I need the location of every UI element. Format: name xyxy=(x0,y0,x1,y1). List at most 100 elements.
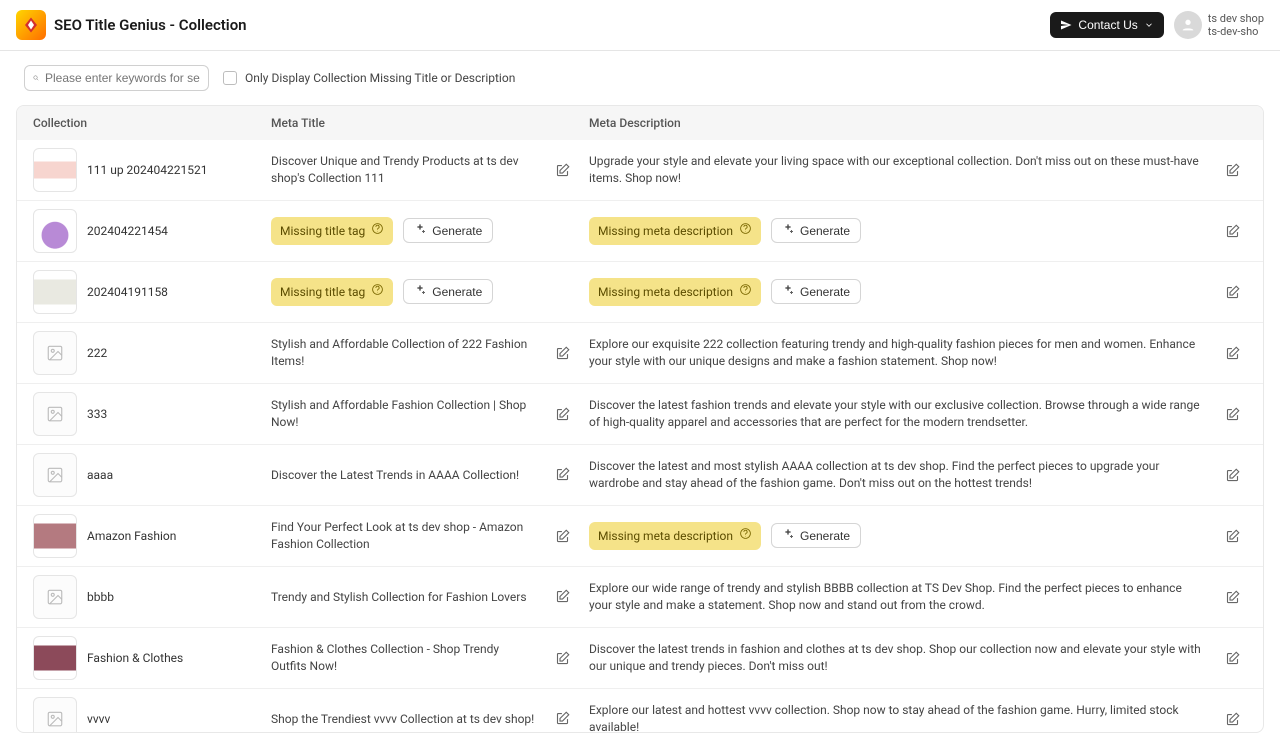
table-row: 202404191158Missing title tagGenerateMis… xyxy=(17,262,1263,323)
cell-collection: vvvv xyxy=(33,697,271,732)
collection-thumbnail xyxy=(33,209,77,253)
cell-collection: 202404221454 xyxy=(33,209,271,253)
search-input[interactable] xyxy=(45,71,200,85)
missing-description-badge: Missing meta description xyxy=(589,278,761,306)
collection-thumbnail xyxy=(33,331,77,375)
edit-title-button[interactable] xyxy=(547,529,577,544)
table-header: Collection Meta Title Meta Description xyxy=(17,106,1263,140)
cell-meta-description: Missing meta description Generate xyxy=(589,522,1217,550)
cell-meta-description: Discover the latest and most stylish AAA… xyxy=(589,458,1217,492)
edit-description-button[interactable] xyxy=(1217,224,1247,239)
search-box[interactable] xyxy=(24,65,209,91)
table-row: 202404221454Missing title tagGenerateMis… xyxy=(17,201,1263,262)
generate-description-button[interactable]: Generate xyxy=(771,218,861,243)
cell-collection: 202404191158 xyxy=(33,270,271,314)
edit-description-button[interactable] xyxy=(1217,163,1247,178)
generate-title-button[interactable]: Generate xyxy=(403,218,493,243)
collection-name: 111 up 202404221521 xyxy=(87,163,207,177)
filter-missing-checkbox[interactable]: Only Display Collection Missing Title or… xyxy=(223,71,515,85)
edit-description-button[interactable] xyxy=(1217,285,1247,300)
edit-description-button[interactable] xyxy=(1217,712,1247,727)
missing-title-badge: Missing title tag xyxy=(271,278,393,306)
sparkle-icon xyxy=(414,223,426,238)
meta-description-text: Explore our wide range of trendy and sty… xyxy=(589,580,1205,614)
edit-description-button[interactable] xyxy=(1217,529,1247,544)
sparkle-icon xyxy=(782,528,794,543)
sparkle-icon xyxy=(414,284,426,299)
generate-title-button[interactable]: Generate xyxy=(403,279,493,304)
collection-thumbnail xyxy=(33,148,77,192)
cell-collection: Amazon Fashion xyxy=(33,514,271,558)
send-icon xyxy=(1060,19,1072,31)
meta-description-text: Explore our exquisite 222 collection fea… xyxy=(589,336,1205,370)
cell-meta-description: Upgrade your style and elevate your livi… xyxy=(589,153,1217,187)
table-row: 222Stylish and Affordable Collection of … xyxy=(17,323,1263,384)
meta-description-text: Discover the latest trends in fashion an… xyxy=(589,641,1205,675)
user-avatar[interactable] xyxy=(1174,11,1202,39)
missing-description-badge: Missing meta description xyxy=(589,522,761,550)
meta-title-text: Shop the Trendiest vvvv Collection at ts… xyxy=(271,711,537,728)
collection-table: Collection Meta Title Meta Description 1… xyxy=(16,105,1264,733)
edit-description-button[interactable] xyxy=(1217,651,1247,666)
missing-title-badge: Missing title tag xyxy=(271,217,393,245)
generate-description-button[interactable]: Generate xyxy=(771,523,861,548)
cell-meta-description: Explore our latest and hottest vvvv coll… xyxy=(589,702,1217,732)
cell-meta-title: Stylish and Affordable Fashion Collectio… xyxy=(271,397,589,431)
meta-title-text: Stylish and Affordable Collection of 222… xyxy=(271,336,537,370)
table-row: vvvvShop the Trendiest vvvv Collection a… xyxy=(17,689,1263,732)
help-icon[interactable] xyxy=(739,283,752,301)
edit-title-button[interactable] xyxy=(547,651,577,666)
edit-title-button[interactable] xyxy=(547,346,577,361)
help-icon[interactable] xyxy=(739,222,752,240)
cell-meta-description: Explore our wide range of trendy and sty… xyxy=(589,580,1217,614)
table-row: Fashion & ClothesFashion & Clothes Colle… xyxy=(17,628,1263,689)
cell-meta-description: Missing meta descriptionGenerate xyxy=(589,217,1217,245)
meta-description-text: Discover the latest fashion trends and e… xyxy=(589,397,1205,431)
cell-meta-title: Missing title tag Generate xyxy=(271,217,589,245)
sparkle-icon xyxy=(782,284,794,299)
sparkle-icon xyxy=(782,223,794,238)
table-body[interactable]: 111 up 202404221521 Discover Unique and T… xyxy=(17,140,1263,732)
edit-title-button[interactable] xyxy=(547,589,577,604)
meta-title-text: Trendy and Stylish Collection for Fashio… xyxy=(271,589,537,606)
help-icon[interactable] xyxy=(739,527,752,545)
collection-name: Amazon Fashion xyxy=(87,529,176,543)
controls-bar: Only Display Collection Missing Title or… xyxy=(0,51,1280,105)
col-header-title: Meta Title xyxy=(271,116,589,130)
filter-missing-label: Only Display Collection Missing Title or… xyxy=(245,71,515,85)
user-info[interactable]: ts dev shop ts-dev-sho xyxy=(1208,12,1264,38)
table-row: bbbbTrendy and Stylish Collection for Fa… xyxy=(17,567,1263,628)
cell-collection: 222 xyxy=(33,331,271,375)
cell-meta-title: Find Your Perfect Look at ts dev shop - … xyxy=(271,519,589,553)
collection-thumbnail xyxy=(33,697,77,732)
table-row: 333Stylish and Affordable Fashion Collec… xyxy=(17,384,1263,445)
cell-meta-title: Discover Unique and Trendy Products at t… xyxy=(271,153,589,187)
edit-description-button[interactable] xyxy=(1217,346,1247,361)
edit-title-button[interactable] xyxy=(547,711,577,726)
edit-title-button[interactable] xyxy=(547,407,577,422)
collection-thumbnail xyxy=(33,270,77,314)
edit-title-button[interactable] xyxy=(547,467,577,482)
edit-title-button[interactable] xyxy=(547,163,577,178)
generate-description-button[interactable]: Generate xyxy=(771,279,861,304)
cell-meta-title: Missing title tag Generate xyxy=(271,278,589,306)
cell-meta-description: Explore our exquisite 222 collection fea… xyxy=(589,336,1217,370)
edit-description-button[interactable] xyxy=(1217,468,1247,483)
meta-description-text: Upgrade your style and elevate your livi… xyxy=(589,153,1205,187)
cell-collection: Fashion & Clothes xyxy=(33,636,271,680)
contact-us-label: Contact Us xyxy=(1078,18,1137,32)
edit-description-button[interactable] xyxy=(1217,407,1247,422)
cell-collection: aaaa xyxy=(33,453,271,497)
cell-collection: 333 xyxy=(33,392,271,436)
help-icon[interactable] xyxy=(371,222,384,240)
edit-description-button[interactable] xyxy=(1217,590,1247,605)
help-icon[interactable] xyxy=(371,283,384,301)
meta-title-text: Fashion & Clothes Collection - Shop Tren… xyxy=(271,641,537,675)
contact-us-button[interactable]: Contact Us xyxy=(1050,12,1163,38)
collection-name: 202404221454 xyxy=(87,224,168,238)
user-shop-name: ts dev shop xyxy=(1208,12,1264,25)
table-row: 111 up 202404221521 Discover Unique and T… xyxy=(17,140,1263,201)
col-header-description: Meta Description xyxy=(589,116,1247,130)
cell-meta-title: Trendy and Stylish Collection for Fashio… xyxy=(271,589,589,606)
collection-name: 202404191158 xyxy=(87,285,168,299)
